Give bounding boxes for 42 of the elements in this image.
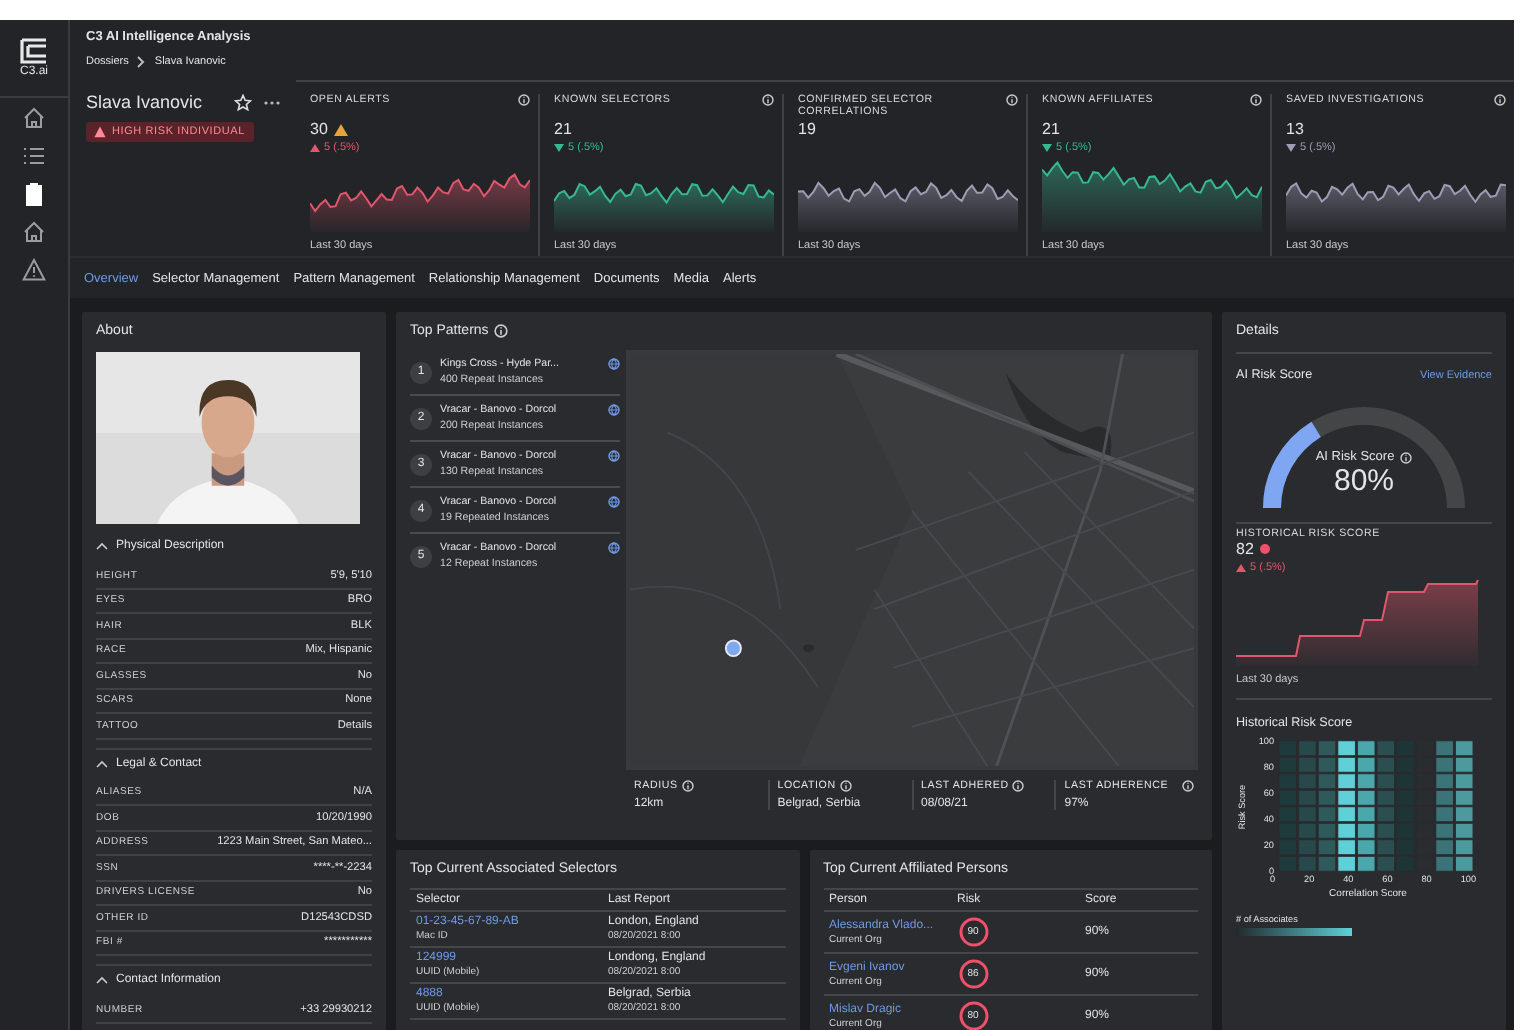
info-icon[interactable] bbox=[839, 780, 852, 792]
globe-icon[interactable] bbox=[608, 358, 620, 370]
chevron-icon bbox=[136, 56, 147, 68]
info-icon[interactable] bbox=[762, 94, 774, 106]
logo-icon bbox=[20, 38, 48, 64]
info-icon[interactable] bbox=[1250, 94, 1262, 106]
info-icon[interactable] bbox=[1006, 94, 1018, 106]
trend-icon bbox=[1236, 563, 1246, 571]
globe-icon[interactable] bbox=[608, 496, 620, 508]
metric-value: 13 bbox=[1286, 120, 1304, 138]
info-icon[interactable] bbox=[1400, 451, 1413, 463]
globe-icon[interactable] bbox=[608, 404, 620, 416]
person-name: Slava Ivanovic bbox=[86, 92, 205, 112]
metric-value: 19 bbox=[798, 120, 816, 138]
alert-dot-icon bbox=[1259, 544, 1270, 554]
list-icon[interactable] bbox=[22, 143, 46, 167]
more-icon[interactable] bbox=[264, 99, 280, 105]
warning-icon bbox=[333, 123, 348, 135]
info-icon[interactable] bbox=[1494, 94, 1506, 106]
home-icon[interactable] bbox=[22, 219, 46, 243]
info-icon[interactable] bbox=[681, 780, 694, 792]
clipboard-icon[interactable] bbox=[22, 181, 46, 205]
risk-ring bbox=[957, 958, 989, 990]
home-icon[interactable] bbox=[22, 105, 46, 129]
metric-value: 82 bbox=[1236, 540, 1254, 558]
metric-value: 21 bbox=[1042, 120, 1060, 138]
info-icon[interactable] bbox=[1182, 780, 1194, 792]
globe-icon[interactable] bbox=[608, 542, 620, 554]
chevron-icon[interactable] bbox=[96, 759, 108, 767]
risk-score-value: 80% bbox=[1333, 464, 1395, 498]
metric-value: 30 bbox=[310, 120, 328, 138]
info-icon[interactable] bbox=[494, 324, 509, 338]
star-icon[interactable] bbox=[234, 93, 252, 111]
warning-icon[interactable] bbox=[22, 257, 46, 281]
chevron-icon[interactable] bbox=[96, 976, 108, 984]
metric-value: 21 bbox=[554, 120, 572, 138]
chevron-icon[interactable] bbox=[96, 542, 108, 550]
info-icon[interactable] bbox=[518, 94, 530, 106]
legend-bar bbox=[1236, 928, 1352, 936]
globe-icon[interactable] bbox=[608, 450, 620, 462]
risk-ring bbox=[957, 916, 989, 948]
info-icon[interactable] bbox=[1012, 780, 1025, 792]
